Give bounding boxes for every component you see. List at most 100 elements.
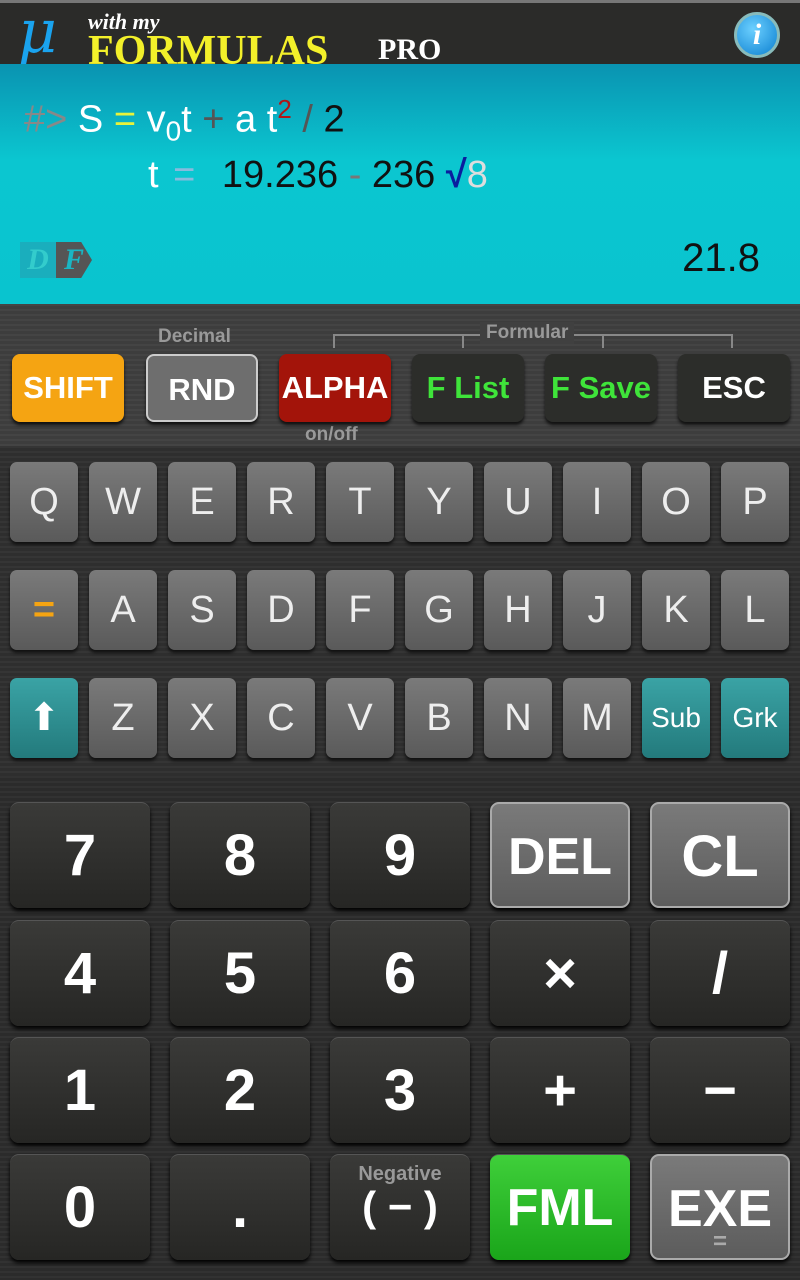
key-c[interactable]: C	[247, 678, 315, 758]
minus-button[interactable]: −	[650, 1037, 790, 1143]
key-e[interactable]: E	[168, 462, 236, 542]
key-g[interactable]: G	[405, 570, 473, 650]
key-0[interactable]: 0	[10, 1154, 150, 1260]
formula-t: t	[181, 98, 192, 141]
key-j[interactable]: J	[563, 570, 631, 650]
decimal-point-button[interactable]: .	[170, 1154, 310, 1260]
key-label: 1	[63, 1058, 97, 1123]
f-save-button[interactable]: F Save	[545, 354, 657, 422]
clear-button[interactable]: CL	[650, 802, 790, 908]
key-8[interactable]: 8	[170, 802, 310, 908]
mode-d: D	[20, 242, 56, 278]
logo-formulas: FORMULAS	[88, 28, 329, 67]
key-5[interactable]: 5	[170, 920, 310, 1026]
mode-f: F	[56, 242, 92, 278]
negative-label: Negative	[358, 1163, 442, 1185]
key-label: +	[543, 1058, 577, 1123]
key-v[interactable]: V	[326, 678, 394, 758]
alpha-button[interactable]: ALPHA	[279, 354, 391, 422]
key-3[interactable]: 3	[330, 1037, 470, 1143]
key-4[interactable]: 4	[10, 920, 150, 1026]
input-n2: 236	[371, 154, 436, 196]
formular-label: Formular	[480, 322, 575, 344]
key-z[interactable]: Z	[89, 678, 157, 758]
key-a[interactable]: A	[89, 570, 157, 650]
decimal-label: Decimal	[158, 326, 231, 347]
key-p[interactable]: P	[721, 462, 789, 542]
formula-sub: 0	[165, 115, 182, 147]
key-q[interactable]: Q	[10, 462, 78, 542]
formula-v: v	[146, 98, 166, 141]
exe-button[interactable]: EXE =	[650, 1154, 790, 1260]
key-x[interactable]: X	[168, 678, 236, 758]
function-row: Decimal Formular on/off SHIFT RND ALPHA F L…	[0, 304, 800, 446]
key-6[interactable]: 6	[330, 920, 470, 1026]
key-7[interactable]: 7	[10, 802, 150, 908]
numeric-keypad: 7 8 9 DEL CL 4 5 6 × / 1 2 3 + − 0. ( − ) Negative FML EXE =	[0, 776, 800, 1280]
formula-sup: 2	[277, 94, 292, 124]
key-label: ( − )	[362, 1183, 438, 1230]
formula-eq: =	[113, 98, 137, 141]
divide-button[interactable]: /	[650, 920, 790, 1026]
key-s[interactable]: S	[168, 570, 236, 650]
info-icon[interactable]: i	[734, 12, 780, 58]
key-l[interactable]: L	[721, 570, 789, 650]
key-f[interactable]: F	[326, 570, 394, 650]
key-w[interactable]: W	[89, 462, 157, 542]
shift-arrow-icon[interactable]: ⬆	[10, 678, 78, 758]
key-1[interactable]: 1	[10, 1037, 150, 1143]
key-label: DEL	[508, 828, 612, 886]
delete-button[interactable]: DEL	[490, 802, 630, 908]
formula-two: 2	[323, 98, 345, 141]
key-label: 4	[63, 941, 97, 1006]
key-t[interactable]: T	[326, 462, 394, 542]
key-sub[interactable]: Sub	[642, 678, 710, 758]
onoff-label: on/off	[305, 424, 358, 445]
key-r[interactable]: R	[247, 462, 315, 542]
calculator-display: #> S = v0t + a t2 / 2 t = 19.236 - 236 √…	[0, 64, 800, 304]
formula-S: S	[77, 98, 104, 141]
key-d[interactable]: D	[247, 570, 315, 650]
key-2[interactable]: 2	[170, 1037, 310, 1143]
negative-button[interactable]: ( − ) Negative	[330, 1154, 470, 1260]
key-label: 3	[383, 1058, 417, 1123]
input-var: t	[148, 154, 159, 196]
formula-a: a	[235, 98, 257, 141]
df-mode-indicator: D F	[20, 242, 96, 278]
key-k[interactable]: K	[642, 570, 710, 650]
shift-button[interactable]: SHIFT	[12, 354, 124, 422]
formula-t2: t	[266, 98, 278, 141]
key-equals[interactable]: =	[10, 570, 78, 650]
rnd-button[interactable]: RND	[146, 354, 258, 422]
plus-button[interactable]: +	[490, 1037, 630, 1143]
key-9[interactable]: 9	[330, 802, 470, 908]
key-y[interactable]: Y	[405, 462, 473, 542]
input-line[interactable]: t = 19.236 - 236 √8	[148, 154, 488, 197]
exe-equals-label: =	[712, 1228, 727, 1255]
key-m[interactable]: M	[563, 678, 631, 758]
formula-line: #> S = v0t + a t2 / 2	[24, 94, 345, 147]
key-b[interactable]: B	[405, 678, 473, 758]
sqrt-icon: √	[445, 154, 467, 196]
fml-button[interactable]: FML	[490, 1154, 630, 1260]
key-u[interactable]: U	[484, 462, 552, 542]
key-n[interactable]: N	[484, 678, 552, 758]
esc-button[interactable]: ESC	[678, 354, 790, 422]
key-label: 6	[383, 941, 417, 1006]
logo-mu: μ	[18, 0, 57, 67]
key-grk[interactable]: Grk	[721, 678, 789, 758]
input-n1: 19.236	[221, 154, 339, 196]
input-minus: -	[348, 154, 362, 196]
key-h[interactable]: H	[484, 570, 552, 650]
logo-pro: PRO	[378, 33, 442, 66]
key-label: 2	[223, 1058, 257, 1123]
input-n3: 8	[466, 154, 488, 196]
key-label: /	[711, 941, 729, 1006]
key-label: .	[231, 1175, 249, 1240]
f-list-button[interactable]: F List	[412, 354, 524, 422]
key-label: CL	[681, 824, 759, 889]
multiply-button[interactable]: ×	[490, 920, 630, 1026]
key-o[interactable]: O	[642, 462, 710, 542]
prompt: #>	[24, 98, 68, 141]
key-i[interactable]: I	[563, 462, 631, 542]
